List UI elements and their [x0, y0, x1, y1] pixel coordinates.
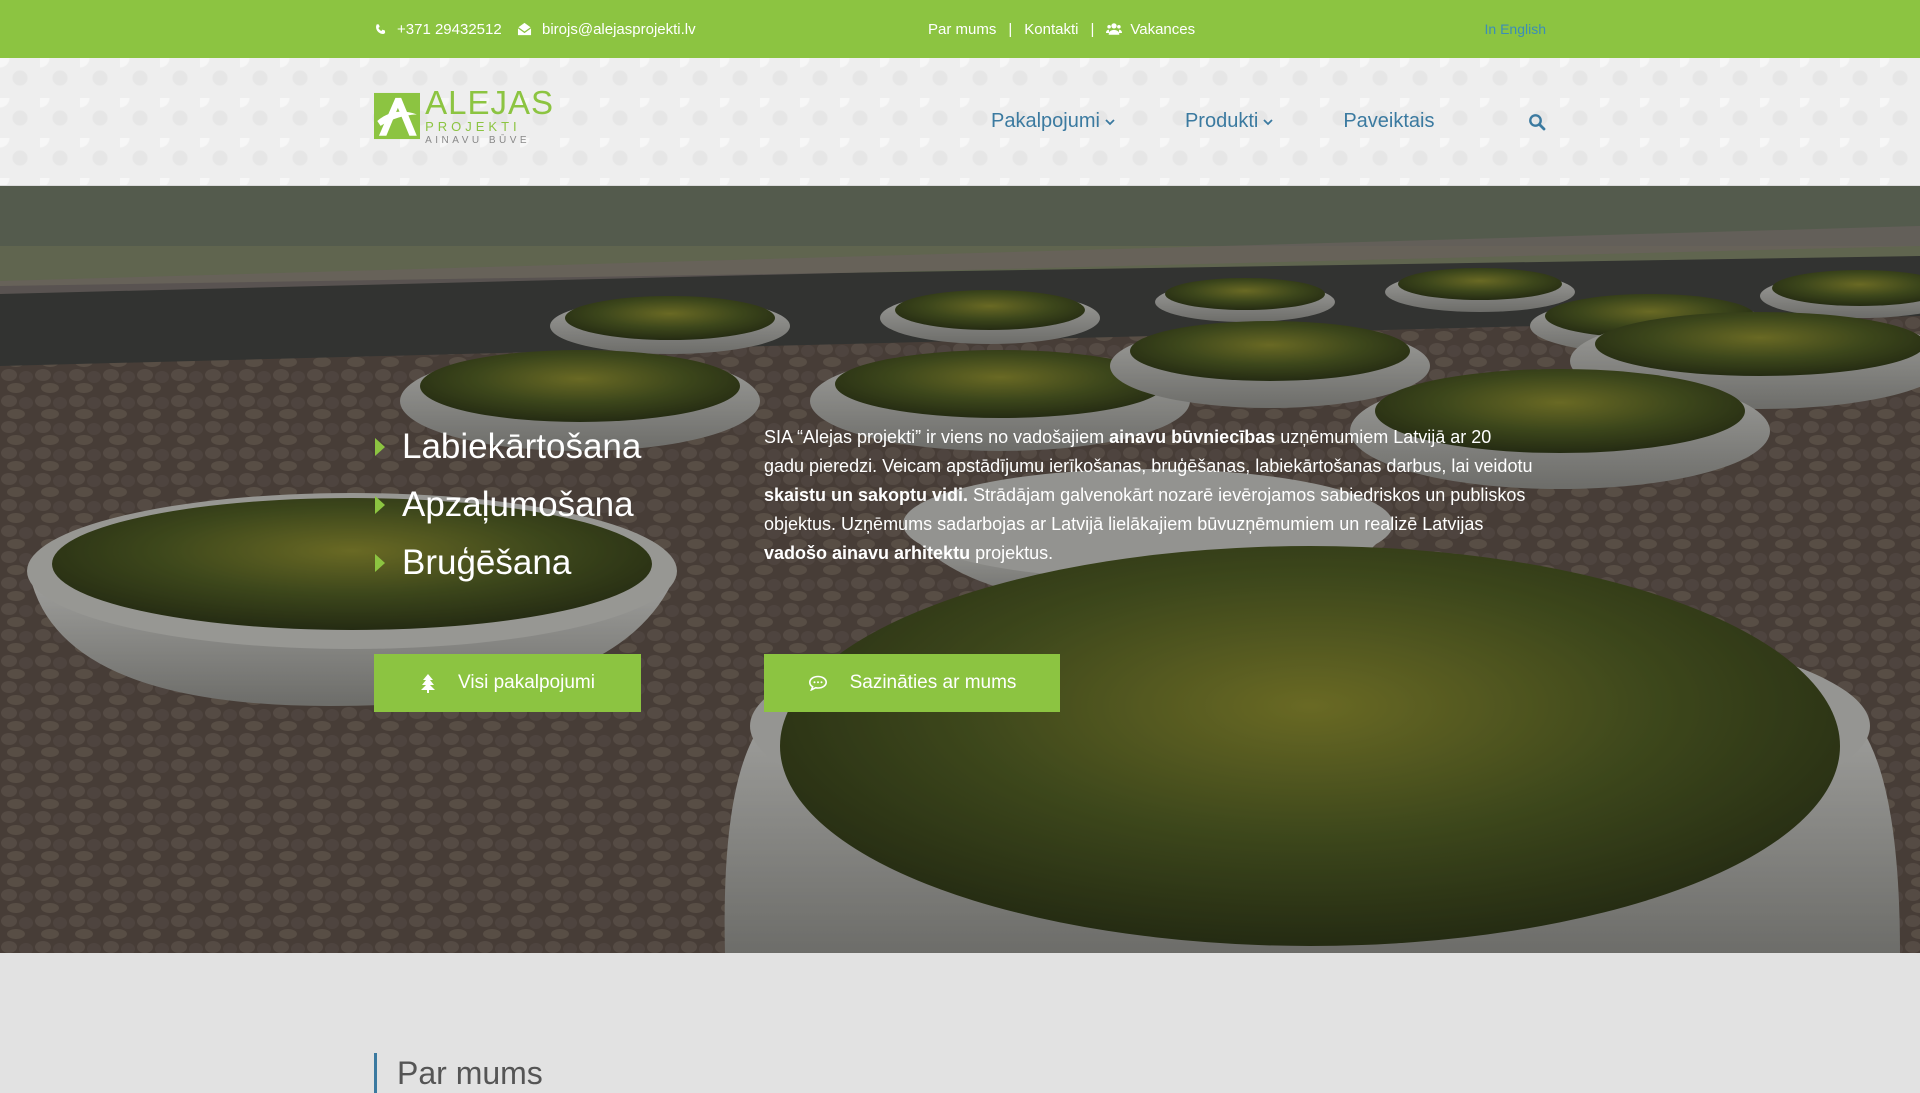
nav-item-products[interactable]: Produkti	[1185, 110, 1273, 133]
chat-icon	[808, 675, 828, 691]
nav-label: Produkti	[1184, 110, 1259, 132]
about-section: Par mums	[0, 953, 1920, 1093]
list-item[interactable]: Apzaļumošana	[374, 476, 641, 534]
hero-section: Labiekārtošana Apzaļumošana Bruģēšana SI…	[0, 186, 1920, 953]
search-button[interactable]	[1528, 58, 1546, 185]
search-icon	[1529, 113, 1546, 130]
top-link-vacancies[interactable]: Vakances	[1130, 21, 1195, 38]
list-item[interactable]: Bruģēšana	[374, 534, 641, 592]
site-header: ALEJAS PROJEKTI AINAVU BŪVE Pakalpojumi …	[0, 58, 1920, 186]
list-item[interactable]: Labiekārtošana	[374, 418, 641, 476]
intro-text: SIA “Alejas projekti” ir viens no vadoša…	[764, 423, 1534, 568]
envelope-icon	[517, 22, 532, 36]
intro-bold: ainavu būvniecības	[1109, 427, 1276, 447]
logo-main-text: ALEJAS	[425, 84, 554, 121]
triangle-right-icon	[374, 553, 386, 573]
top-links: Par mums | Kontakti | Vakances	[928, 0, 1195, 58]
top-link-separator: |	[1090, 20, 1095, 38]
language-switch[interactable]: In English	[1485, 0, 1546, 58]
contact-us-button[interactable]: Sazināties ar mums	[764, 654, 1060, 712]
service-label: Bruģēšana	[402, 543, 572, 582]
tree-icon	[420, 673, 436, 693]
button-label: Sazināties ar mums	[849, 672, 1017, 693]
main-nav: Pakalpojumi Produkti Paveiktais	[991, 58, 1504, 185]
top-link-contacts[interactable]: Kontakti	[1024, 21, 1078, 38]
about-title: Par mums	[374, 1053, 543, 1093]
intro-part: SIA “Alejas projekti” ir viens no vadoša…	[764, 427, 1110, 447]
site-logo[interactable]: ALEJAS PROJEKTI AINAVU BŪVE	[374, 86, 554, 146]
services-list: Labiekārtošana Apzaļumošana Bruģēšana	[374, 418, 641, 592]
logo-sub-text: PROJEKTI	[425, 119, 521, 134]
contact-phone[interactable]: +371 29432512	[374, 0, 502, 58]
all-services-button[interactable]: Visi pakalpojumi	[374, 654, 641, 712]
button-label: Visi pakalpojumi	[458, 672, 595, 693]
service-label: Labiekārtošana	[402, 427, 642, 466]
triangle-right-icon	[374, 495, 386, 515]
logo-mark-icon	[374, 92, 421, 140]
intro-bold: skaistu un sakoptu vidi.	[764, 485, 969, 505]
chevron-down-icon	[1263, 118, 1273, 126]
intro-bold: vadošo ainavu arhitektu	[764, 543, 971, 563]
triangle-right-icon	[374, 437, 386, 457]
nav-item-portfolio[interactable]: Paveiktais	[1343, 110, 1434, 133]
top-link-separator: |	[1008, 20, 1013, 38]
contact-email[interactable]: birojs@alejasprojekti.lv	[517, 0, 696, 58]
intro-part: projektus.	[970, 543, 1054, 563]
nav-label: Pakalpojumi	[991, 110, 1100, 132]
logo-tagline: AINAVU BŪVE	[425, 135, 531, 146]
email-text: birojs@alejasprojekti.lv	[542, 20, 696, 38]
nav-label: Paveiktais	[1343, 110, 1435, 132]
nav-item-services[interactable]: Pakalpojumi	[991, 110, 1115, 133]
chevron-down-icon	[1105, 118, 1115, 126]
service-label: Apzaļumošana	[402, 485, 634, 524]
users-icon	[1106, 22, 1123, 36]
phone-text: +371 29432512	[397, 20, 502, 38]
top-bar: +371 29432512 birojs@alejasprojekti.lv P…	[0, 0, 1920, 58]
top-link-about[interactable]: Par mums	[928, 21, 996, 38]
phone-icon	[374, 23, 387, 36]
